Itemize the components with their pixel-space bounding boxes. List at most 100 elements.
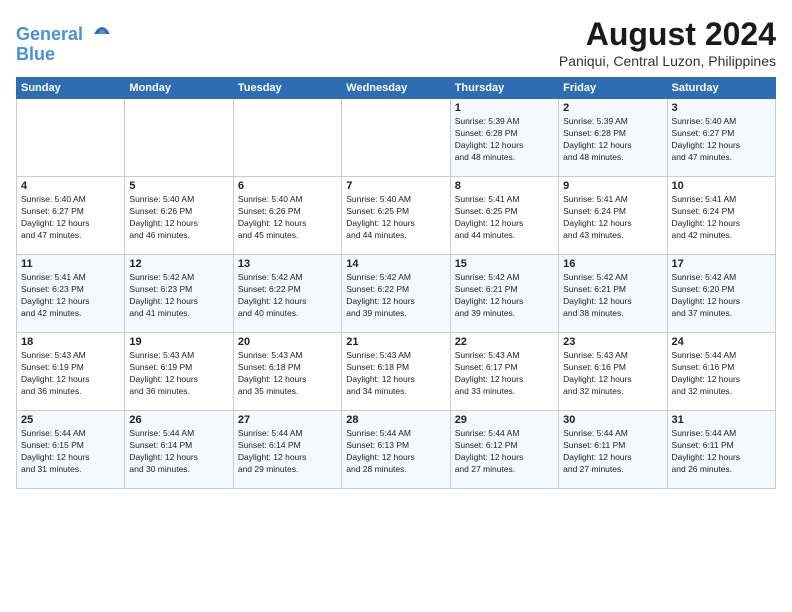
cell-info: Daylight: 12 hours	[455, 374, 554, 386]
day-number: 18	[21, 336, 120, 348]
cell-info: Daylight: 12 hours	[672, 140, 771, 152]
day-number: 30	[563, 414, 662, 426]
cell-info: Sunset: 6:11 PM	[672, 440, 771, 452]
cell-info: and 40 minutes.	[238, 308, 337, 320]
cell-info: and 44 minutes.	[346, 230, 445, 242]
cell-info: Sunrise: 5:40 AM	[21, 194, 120, 206]
calendar-cell: 19Sunrise: 5:43 AMSunset: 6:19 PMDayligh…	[125, 333, 233, 411]
week-row-4: 18Sunrise: 5:43 AMSunset: 6:19 PMDayligh…	[17, 333, 776, 411]
header-cell-monday: Monday	[125, 78, 233, 99]
cell-info: Sunset: 6:11 PM	[563, 440, 662, 452]
header-cell-thursday: Thursday	[450, 78, 558, 99]
cell-info: Daylight: 12 hours	[238, 374, 337, 386]
cell-info: Sunrise: 5:43 AM	[129, 350, 228, 362]
day-number: 28	[346, 414, 445, 426]
day-number: 12	[129, 258, 228, 270]
cell-info: Sunrise: 5:42 AM	[238, 272, 337, 284]
cell-info: Daylight: 12 hours	[129, 296, 228, 308]
cell-info: Sunrise: 5:43 AM	[455, 350, 554, 362]
day-number: 19	[129, 336, 228, 348]
week-row-1: 1Sunrise: 5:39 AMSunset: 6:28 PMDaylight…	[17, 99, 776, 177]
cell-info: Sunset: 6:27 PM	[21, 206, 120, 218]
header: General Blue August 2024 Paniqui, Centra…	[16, 16, 776, 69]
calendar-cell: 31Sunrise: 5:44 AMSunset: 6:11 PMDayligh…	[667, 411, 775, 489]
calendar-cell: 3Sunrise: 5:40 AMSunset: 6:27 PMDaylight…	[667, 99, 775, 177]
cell-info: Sunrise: 5:41 AM	[672, 194, 771, 206]
day-number: 27	[238, 414, 337, 426]
calendar-body: 1Sunrise: 5:39 AMSunset: 6:28 PMDaylight…	[17, 99, 776, 489]
cell-info: Sunrise: 5:42 AM	[129, 272, 228, 284]
cell-info: Sunrise: 5:40 AM	[238, 194, 337, 206]
calendar-cell: 29Sunrise: 5:44 AMSunset: 6:12 PMDayligh…	[450, 411, 558, 489]
calendar-cell: 1Sunrise: 5:39 AMSunset: 6:28 PMDaylight…	[450, 99, 558, 177]
cell-info: Sunrise: 5:44 AM	[563, 428, 662, 440]
cell-info: and 37 minutes.	[672, 308, 771, 320]
cell-info: Sunset: 6:25 PM	[455, 206, 554, 218]
calendar-cell: 30 Sunrise: 5:44 AMSunset: 6:11 PMDayligh…	[559, 411, 667, 489]
day-number: 23	[563, 336, 662, 348]
cell-info: Daylight: 12 hours	[672, 374, 771, 386]
cell-info: and 32 minutes.	[672, 386, 771, 398]
cell-info: Sunrise: 5:43 AM	[21, 350, 120, 362]
cell-info: Sunset: 6:15 PM	[21, 440, 120, 452]
cell-info: Sunrise: 5:43 AM	[238, 350, 337, 362]
calendar-cell: 23Sunrise: 5:43 AMSunset: 6:16 PMDayligh…	[559, 333, 667, 411]
cell-info: Sunset: 6:24 PM	[563, 206, 662, 218]
day-number: 4	[21, 180, 120, 192]
cell-info: Sunset: 6:22 PM	[346, 284, 445, 296]
cell-info: and 47 minutes.	[672, 152, 771, 164]
cell-info: Daylight: 12 hours	[346, 218, 445, 230]
cell-info: Daylight: 12 hours	[21, 218, 120, 230]
calendar-cell: 7Sunrise: 5:40 AMSunset: 6:25 PMDaylight…	[342, 177, 450, 255]
day-number: 8	[455, 180, 554, 192]
day-number: 26	[129, 414, 228, 426]
day-number: 6	[238, 180, 337, 192]
cell-info: Sunrise: 5:40 AM	[129, 194, 228, 206]
cell-info: and 42 minutes.	[672, 230, 771, 242]
cell-info: Sunset: 6:18 PM	[346, 362, 445, 374]
calendar-cell: 18Sunrise: 5:43 AMSunset: 6:19 PMDayligh…	[17, 333, 125, 411]
logo: General Blue	[16, 16, 114, 65]
cell-info: Daylight: 12 hours	[563, 296, 662, 308]
header-row: SundayMondayTuesdayWednesdayThursdayFrid…	[17, 78, 776, 99]
calendar-cell: 13Sunrise: 5:42 AMSunset: 6:22 PMDayligh…	[233, 255, 341, 333]
cell-info: and 27 minutes.	[563, 464, 662, 476]
week-row-5: 25Sunrise: 5:44 AMSunset: 6:15 PMDayligh…	[17, 411, 776, 489]
cell-info: and 42 minutes.	[21, 308, 120, 320]
cell-info: Sunset: 6:26 PM	[129, 206, 228, 218]
cell-info: Sunset: 6:23 PM	[129, 284, 228, 296]
cell-info: Sunrise: 5:44 AM	[672, 428, 771, 440]
calendar-table: SundayMondayTuesdayWednesdayThursdayFrid…	[16, 77, 776, 489]
day-number: 7	[346, 180, 445, 192]
cell-info: Daylight: 12 hours	[563, 452, 662, 464]
calendar-cell: 2Sunrise: 5:39 AMSunset: 6:28 PMDaylight…	[559, 99, 667, 177]
cell-info: Daylight: 12 hours	[455, 296, 554, 308]
day-number: 11	[21, 258, 120, 270]
cell-info: Sunset: 6:19 PM	[129, 362, 228, 374]
cell-info: and 39 minutes.	[455, 308, 554, 320]
cell-info: Sunset: 6:13 PM	[346, 440, 445, 452]
title-area: August 2024 Paniqui, Central Luzon, Phil…	[559, 16, 776, 69]
calendar-cell: 28Sunrise: 5:44 AMSunset: 6:13 PMDayligh…	[342, 411, 450, 489]
cell-info: Sunrise: 5:40 AM	[672, 116, 771, 128]
calendar-cell: 4 Sunrise: 5:40 AMSunset: 6:27 PMDaylight…	[17, 177, 125, 255]
cell-info: and 27 minutes.	[455, 464, 554, 476]
day-number: 22	[455, 336, 554, 348]
cell-info: and 39 minutes.	[346, 308, 445, 320]
cell-info: Daylight: 12 hours	[346, 374, 445, 386]
day-number: 29	[455, 414, 554, 426]
cell-info: Sunset: 6:23 PM	[21, 284, 120, 296]
header-cell-friday: Friday	[559, 78, 667, 99]
logo-general: General	[16, 24, 83, 44]
cell-info: Sunset: 6:12 PM	[455, 440, 554, 452]
cell-info: Daylight: 12 hours	[238, 296, 337, 308]
calendar-cell: 22Sunrise: 5:43 AMSunset: 6:17 PMDayligh…	[450, 333, 558, 411]
cell-info: and 46 minutes.	[129, 230, 228, 242]
cell-info: and 31 minutes.	[21, 464, 120, 476]
logo-blue: Blue	[16, 45, 114, 65]
cell-info: Sunrise: 5:44 AM	[21, 428, 120, 440]
cell-info: Sunrise: 5:41 AM	[455, 194, 554, 206]
cell-info: Sunrise: 5:44 AM	[346, 428, 445, 440]
cell-info: Sunrise: 5:42 AM	[346, 272, 445, 284]
cell-info: Sunset: 6:21 PM	[455, 284, 554, 296]
